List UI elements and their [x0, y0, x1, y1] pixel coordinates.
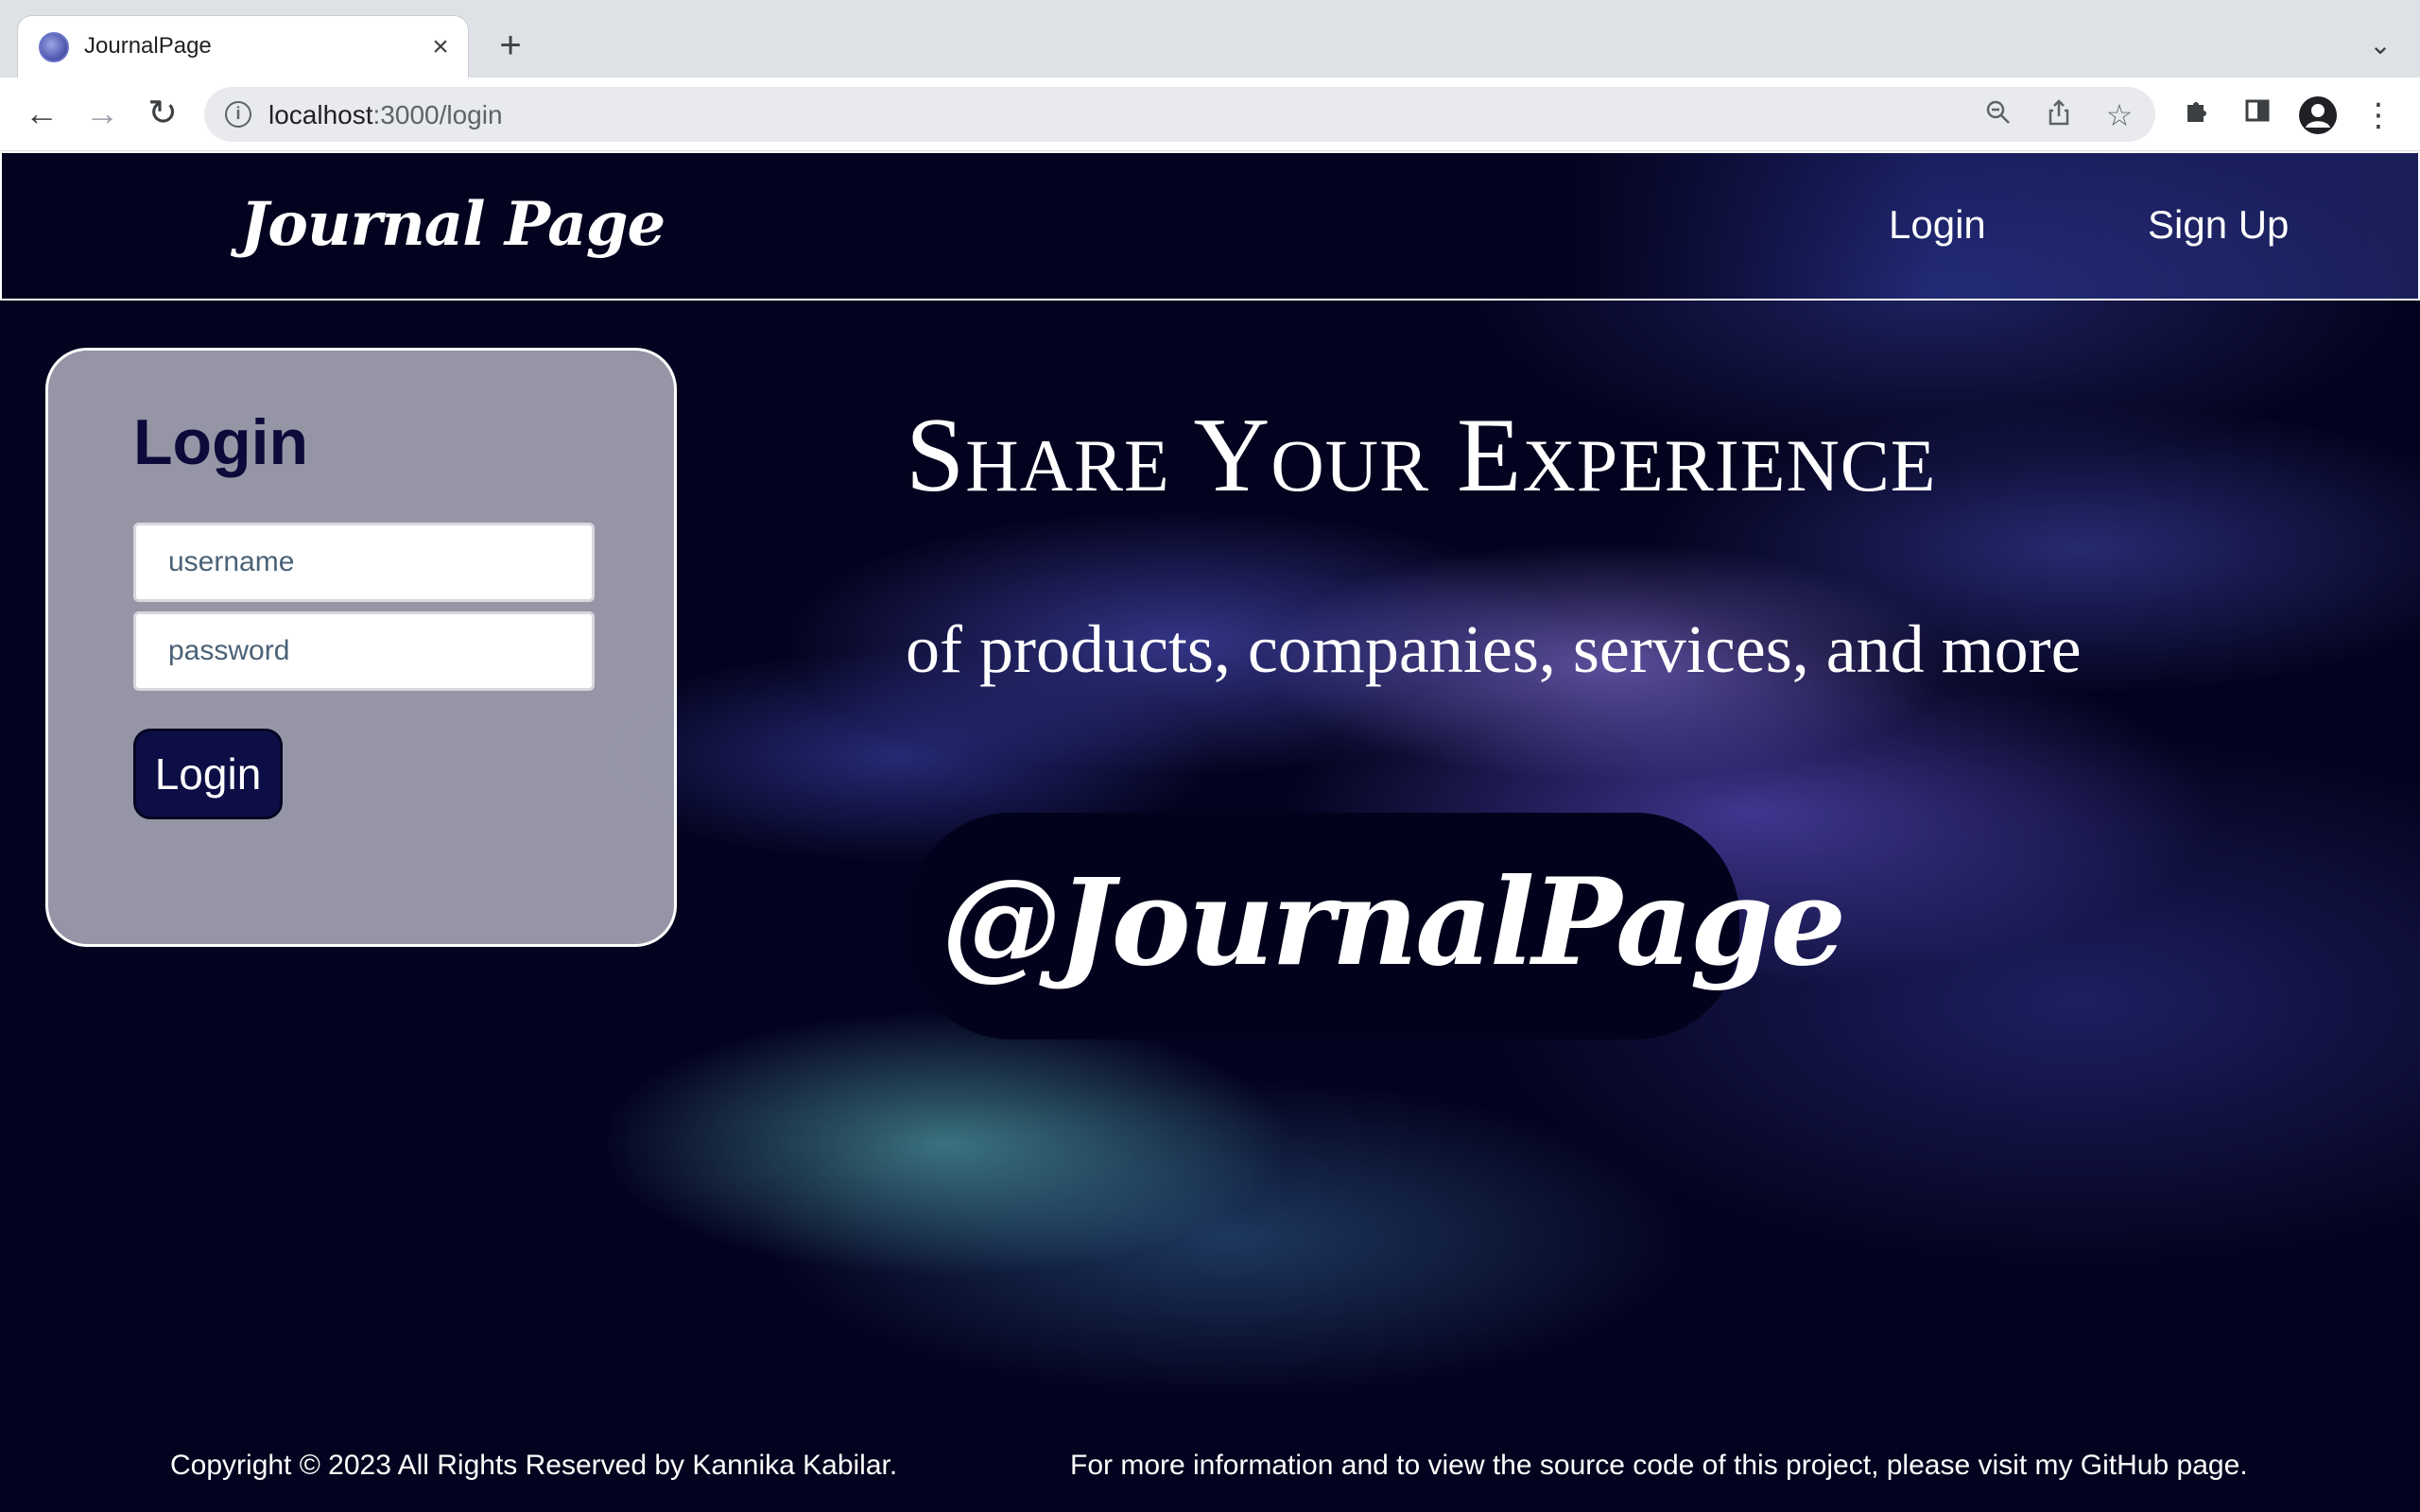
- star-icon[interactable]: ☆: [2102, 98, 2136, 132]
- site-logo[interactable]: Journal Page: [240, 189, 666, 260]
- hero-subheading: of products, companies, services, and mo…: [906, 611, 2082, 687]
- url-host: localhost: [268, 100, 373, 129]
- site-header: Journal Page Login Sign Up: [0, 151, 2420, 301]
- arrow-right-icon[interactable]: →: [79, 91, 125, 136]
- url-path: :3000/login: [372, 100, 503, 129]
- browser-tab-strip: JournalPage × + ⌄: [0, 0, 2420, 77]
- login-card: Login Login: [45, 348, 677, 947]
- share-icon[interactable]: [2042, 98, 2076, 132]
- profile-icon[interactable]: [2299, 96, 2337, 134]
- plus-icon[interactable]: +: [492, 26, 529, 64]
- password-input[interactable]: [133, 611, 595, 691]
- handle-badge: @JournalPage: [908, 813, 1846, 1040]
- handle-text: @JournalPage: [942, 852, 1846, 992]
- url-text[interactable]: localhost:3000/login: [268, 100, 503, 130]
- footer-copyright: Copyright © 2023 All Rights Reserved by …: [170, 1450, 898, 1481]
- login-title: Login: [133, 406, 309, 478]
- reload-icon[interactable]: ↻: [140, 91, 185, 136]
- zoom-out-icon[interactable]: [1981, 98, 2015, 132]
- nav-signup-link[interactable]: Sign Up: [2148, 202, 2289, 248]
- chevron-down-icon[interactable]: ⌄: [2363, 28, 2397, 62]
- tab-title: JournalPage: [84, 33, 212, 59]
- arrow-left-icon[interactable]: ←: [19, 91, 64, 136]
- username-input[interactable]: [133, 523, 595, 602]
- puzzle-icon[interactable]: [2178, 96, 2216, 134]
- page-background: Journal Page Login Sign Up Login Login S…: [0, 151, 2420, 1512]
- info-icon[interactable]: i: [225, 101, 251, 128]
- browser-toolbar: ← → ↻ i localhost:3000/login ☆ ⋮: [0, 77, 2420, 151]
- close-icon[interactable]: ×: [424, 31, 457, 63]
- hero-heading: Share Your Experience: [906, 397, 1937, 514]
- login-submit-button[interactable]: Login: [133, 729, 283, 819]
- kebab-menu-icon[interactable]: ⋮: [2360, 96, 2397, 134]
- site-footer: Copyright © 2023 All Rights Reserved by …: [0, 1419, 2420, 1512]
- footer-github-info[interactable]: For more information and to view the sou…: [1070, 1450, 2248, 1482]
- address-bar[interactable]: i localhost:3000/login ☆: [204, 87, 2155, 142]
- journalpage-favicon-icon: [39, 32, 69, 62]
- browser-tab-active[interactable]: JournalPage ×: [17, 15, 469, 77]
- nav-login-link[interactable]: Login: [1889, 202, 1986, 248]
- side-panel-icon[interactable]: [2238, 96, 2276, 134]
